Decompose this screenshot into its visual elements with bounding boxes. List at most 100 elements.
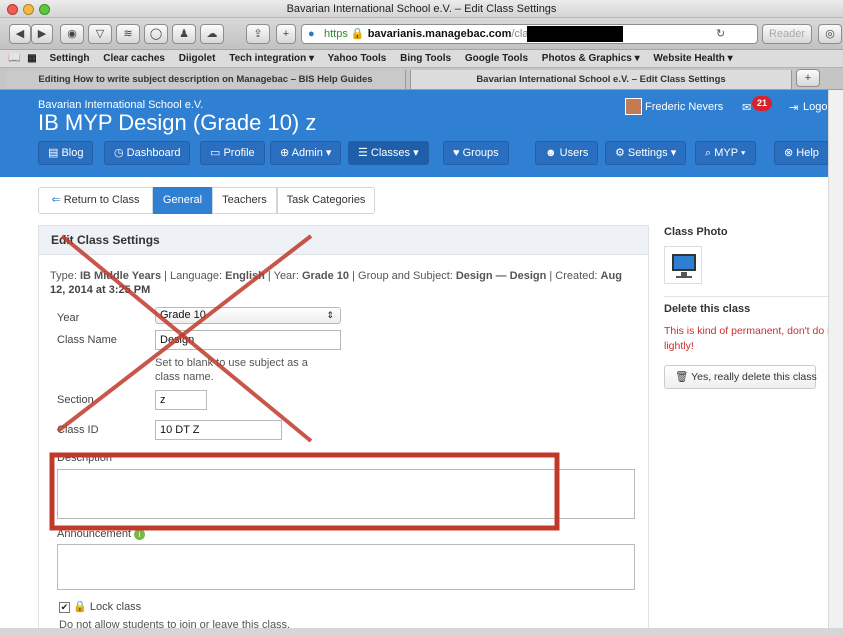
back-button[interactable]: ◀ xyxy=(9,24,31,44)
list-icon: ☰ xyxy=(358,147,371,159)
nav-dashboard[interactable]: ◷ Dashboard xyxy=(104,141,191,165)
bookmark-item[interactable]: Bing Tools xyxy=(400,53,451,64)
bookmark-item[interactable]: Google Tools xyxy=(465,53,528,64)
bookmarks-bar: 📖 ▦ Settingh Clear caches Diigolet Tech … xyxy=(0,50,843,68)
padlock-icon: 🔒 xyxy=(73,601,87,613)
tab-teachers[interactable]: Teachers xyxy=(212,187,277,214)
delete-warning: This is kind of permanent, don't do it l… xyxy=(664,325,833,352)
nav-myp[interactable]: ⌕ MYP ▾ xyxy=(695,141,756,165)
cloud-icon[interactable]: ☁ xyxy=(200,24,224,44)
nav-settings[interactable]: ⚙ Settings ▾ xyxy=(605,141,687,165)
bookmark-item[interactable]: Settingh xyxy=(49,53,89,64)
browser-tab-strip: Editing How to write subject description… xyxy=(0,68,843,90)
bookmark-item[interactable]: Clear caches xyxy=(103,53,165,64)
profile-icon: ▭ xyxy=(210,147,224,159)
class-title: IB MYP Design (Grade 10) z xyxy=(38,110,317,135)
url-scheme: https xyxy=(324,28,348,40)
add-bookmark-button[interactable]: + xyxy=(276,24,296,44)
class-id-label: Class ID xyxy=(57,424,99,436)
reload-icon[interactable]: ↻ xyxy=(716,25,725,43)
search-icon: ⌕ xyxy=(705,147,715,159)
bookmark-item[interactable]: Website Health ▾ xyxy=(653,53,732,64)
select-arrows-icon: ⇕ xyxy=(326,310,334,320)
book-icon[interactable]: 📖 xyxy=(8,53,20,64)
new-tab-button[interactable]: + xyxy=(796,69,820,87)
window-title: Bavarian International School e.V. – Edi… xyxy=(286,3,557,15)
description-label: Description xyxy=(57,452,113,464)
logout-icon[interactable]: ⇥ xyxy=(789,101,798,114)
extension-icon-1[interactable]: ◉ xyxy=(60,24,84,44)
class-meta-line: Type: IB Middle Years | Language: Englis… xyxy=(50,270,622,282)
monitor-icon xyxy=(672,254,696,271)
sidebar-divider xyxy=(664,296,828,297)
close-window-button[interactable] xyxy=(7,4,18,15)
browser-window: Bavarian International School e.V. – Edi… xyxy=(0,0,843,636)
class-meta-line-2: 12, 2014 at 3:25 PM xyxy=(50,284,151,296)
nav-groups[interactable]: ♥ Groups xyxy=(443,141,509,165)
info-icon: i xyxy=(134,529,146,540)
pocket-icon[interactable]: ▽ xyxy=(88,24,112,44)
blog-icon: ▤ xyxy=(48,147,62,159)
mail-icon[interactable]: ✉ xyxy=(742,101,751,114)
redacted-url-block xyxy=(527,26,623,42)
bookmark-item[interactable]: Photos & Graphics ▾ xyxy=(542,53,640,64)
announcement-textarea[interactable] xyxy=(57,544,635,590)
nav-blog[interactable]: ▤ Blog xyxy=(38,141,94,165)
trash-icon: 🗑 xyxy=(675,371,692,383)
circle-icon[interactable]: ◯ xyxy=(144,24,168,44)
notification-badge[interactable]: 21 xyxy=(752,96,772,111)
lock-class-row: ✔ 🔒 Lock class xyxy=(59,600,141,613)
minimize-window-button[interactable] xyxy=(23,4,34,15)
window-title-bar: Bavarian International School e.V. – Edi… xyxy=(0,0,843,18)
tab-task-categories[interactable]: Task Categories xyxy=(277,187,375,214)
section-input[interactable]: z xyxy=(155,390,207,410)
vertical-scrollbar[interactable] xyxy=(828,90,843,636)
back-arrow-icon: ⇐ xyxy=(51,194,64,206)
top-sites-icon[interactable]: ▦ xyxy=(27,53,36,64)
class-photo[interactable] xyxy=(664,246,702,284)
stack-icon[interactable]: ≋ xyxy=(116,24,140,44)
nav-profile[interactable]: ▭ Profile xyxy=(200,141,265,165)
nav-admin[interactable]: ⊕ Admin ▾ xyxy=(270,141,342,165)
main-nav: ▤ Blog ◷ Dashboard ▭ Profile ⊕ Admin ▾ ☰… xyxy=(0,141,843,165)
bookmark-item[interactable]: Yahoo Tools xyxy=(328,53,387,64)
browser-tab-active[interactable]: Bavarian International School e.V. – Edi… xyxy=(410,70,792,89)
lock-icon: 🔒 xyxy=(350,28,365,40)
card-title: Edit Class Settings xyxy=(39,226,648,255)
description-textarea[interactable] xyxy=(57,469,635,519)
year-select[interactable]: Grade 10 ⇕ xyxy=(155,307,341,324)
delete-class-title: Delete this class xyxy=(664,303,751,315)
zoom-window-button[interactable] xyxy=(39,4,50,15)
class-id-input[interactable]: 10 DT Z xyxy=(155,420,282,440)
groups-icon: ♥ xyxy=(453,147,463,159)
announcement-label: Announcement i xyxy=(57,528,146,540)
year-label: Year xyxy=(57,312,80,324)
edit-class-card: Edit Class Settings Type: IB Middle Year… xyxy=(38,225,649,636)
bookmark-item[interactable]: Tech integration ▾ xyxy=(229,53,314,64)
nav-users[interactable]: ☻ Users xyxy=(535,141,599,165)
share-icon[interactable]: ⇪ xyxy=(246,24,270,44)
nav-help[interactable]: ⊗ Help xyxy=(774,141,829,165)
url-host: bavarianis.managebac.com xyxy=(367,28,512,40)
nav-classes[interactable]: ☰ Classes ▾ xyxy=(348,141,429,165)
user-icon: ☻ xyxy=(545,147,560,159)
tab-general[interactable]: General xyxy=(153,187,212,214)
class-name-label: Class Name xyxy=(57,334,117,346)
avatar[interactable] xyxy=(625,98,642,115)
help-icon: ⊗ xyxy=(784,147,797,159)
address-bar[interactable]: ● https 🔒 bavarianis.managebac.com/class… xyxy=(301,24,758,44)
globe-icon: ⊕ xyxy=(280,147,292,159)
lock-class-checkbox[interactable]: ✔ xyxy=(59,602,70,613)
evernote-icon[interactable]: ♟ xyxy=(172,24,196,44)
forward-button[interactable]: ▶ xyxy=(31,24,53,44)
reader-button[interactable]: Reader xyxy=(762,24,812,44)
user-name[interactable]: Frederic Nevers xyxy=(645,101,723,113)
browser-tab[interactable]: Editing How to write subject description… xyxy=(6,70,406,89)
delete-class-button[interactable]: 🗑 Yes, really delete this class xyxy=(664,365,817,389)
horizontal-scrollbar[interactable] xyxy=(0,628,843,636)
download-icon[interactable]: ◎ xyxy=(818,24,842,44)
tab-return-to-class[interactable]: ⇐ Return to Class xyxy=(38,187,153,214)
bookmark-item[interactable]: Diigolet xyxy=(179,53,216,64)
section-label: Section xyxy=(57,394,94,406)
class-name-input[interactable]: Design xyxy=(155,330,341,350)
